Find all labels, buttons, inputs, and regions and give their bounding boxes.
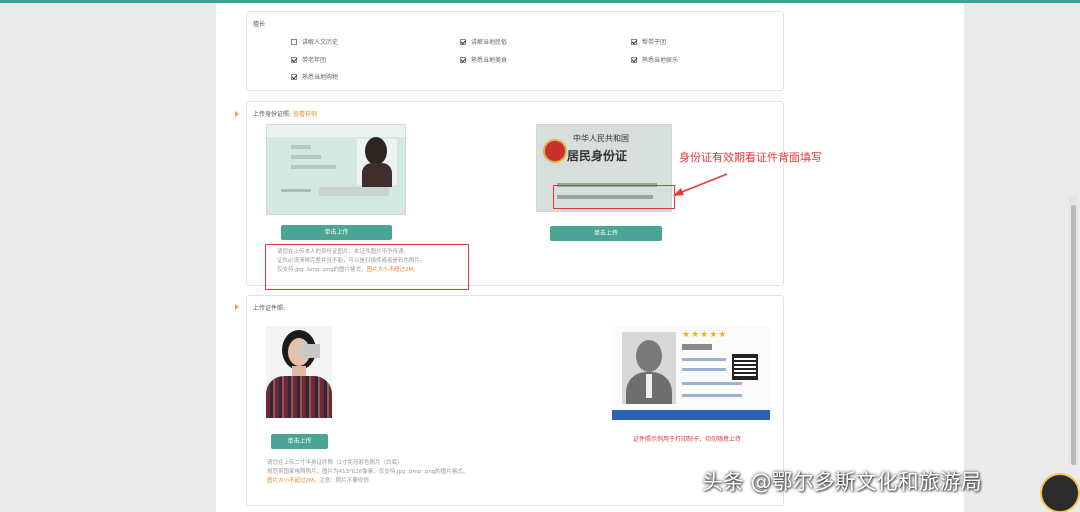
section-bullet-icon xyxy=(235,111,239,117)
upload-id-front-button[interactable]: 单击上传 xyxy=(281,225,392,240)
upload-id-back-button[interactable]: 单击上传 xyxy=(550,226,662,241)
checkbox-checked-icon xyxy=(460,56,466,63)
skill-checkbox-senior-group[interactable]: 带老年团 xyxy=(291,55,326,64)
watermark: 头条 @鄂尔多斯文化和旅游局 xyxy=(702,470,982,494)
id-upload-label: 上传身份证照: 查看样例 xyxy=(253,111,317,118)
photo-upload-notes: 请您在上传二寸半身证件照（2寸免冠彩色照片（白底） 规范带国家电照照片，图片为4… xyxy=(267,460,469,484)
skills-panel: 擅长 讲解人文历史 讲解当地民俗 帮带子团 带老年团 熟悉当地美食 熟悉当地娱乐… xyxy=(246,11,784,91)
watermark-avatar xyxy=(1040,473,1080,512)
skill-checkbox-history[interactable]: 讲解人文历史 xyxy=(291,37,338,46)
sample-guide-card-image: ★★★★★ xyxy=(612,326,770,420)
annotation-arrow-icon xyxy=(673,173,728,196)
guide-registration-form: 擅长 讲解人文历史 讲解当地民俗 帮带子团 带老年团 熟悉当地美食 熟悉当地娱乐… xyxy=(216,3,964,512)
validity-annotation: 身份证有效期看证件背面填写 xyxy=(679,151,822,164)
checkbox-checked-icon xyxy=(291,56,297,63)
skill-checkbox-food[interactable]: 熟悉当地美食 xyxy=(460,55,507,64)
checkbox-unchecked-icon xyxy=(291,38,297,45)
skill-checkbox-kids-group[interactable]: 帮带子团 xyxy=(631,37,666,46)
skill-checkbox-customs[interactable]: 讲解当地民俗 xyxy=(460,37,507,46)
checkbox-checked-icon xyxy=(631,56,637,63)
skills-label: 擅长 xyxy=(253,21,266,28)
photo-upload-label: 上传证件照: xyxy=(253,305,286,312)
validity-period-highlight xyxy=(553,185,675,209)
id-upload-panel: 上传身份证照: 查看样例 单击上传 中华人民共和国 居民身份证 单击上传 身份证… xyxy=(246,101,822,290)
qr-code-icon xyxy=(732,354,758,380)
section-bullet-icon xyxy=(235,304,239,310)
checkbox-checked-icon xyxy=(291,73,297,80)
skill-checkbox-entertainment[interactable]: 熟悉当地娱乐 xyxy=(631,55,678,64)
scrollbar-thumb[interactable] xyxy=(1071,205,1076,465)
skill-checkbox-shopping[interactable]: 熟悉当地购物 xyxy=(291,72,338,81)
portrait-photo-image xyxy=(266,326,332,418)
view-example-link[interactable]: 查看样例 xyxy=(293,111,317,118)
notes-highlight-box xyxy=(265,244,469,290)
checkbox-checked-icon xyxy=(460,38,466,45)
id-card-front-image xyxy=(266,124,406,215)
upload-photo-button[interactable]: 单击上传 xyxy=(271,434,328,449)
checkbox-checked-icon xyxy=(631,38,637,45)
sample-card-caption: 证件照示例用于打印制卡，切勿随意上传 xyxy=(633,436,742,443)
star-rating-icon: ★★★★★ xyxy=(682,330,728,340)
